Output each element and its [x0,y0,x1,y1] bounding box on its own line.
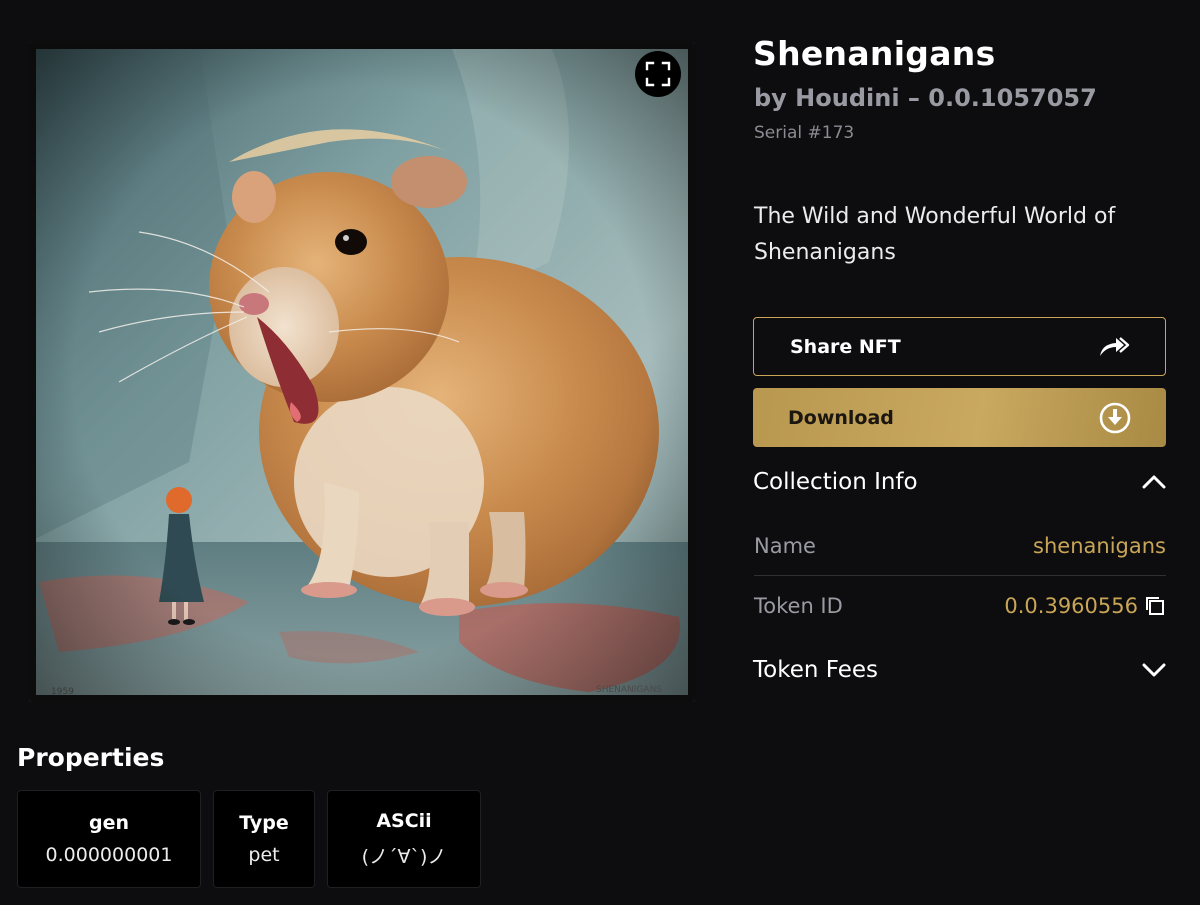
nft-image: 1959 SHENANIGANS [29,42,695,702]
property-card-type: Type pet [213,790,315,888]
chevron-down-icon [1142,663,1166,677]
share-nft-label: Share NFT [790,335,901,358]
download-button[interactable]: Download [753,388,1166,447]
property-key: ASCii [376,809,432,832]
collection-info-toggle[interactable]: Collection Info [753,462,1167,502]
fullscreen-button[interactable] [635,51,681,97]
download-circle-icon [1099,402,1131,433]
token-id-row: Token ID 0.0.3960556 [754,576,1166,636]
collection-name-text[interactable]: shenanigans [1033,534,1166,558]
nft-artwork[interactable]: 1959 SHENANIGANS [29,42,695,702]
property-card-ascii: ASCii (ノ´∀`)ノ [327,790,481,888]
artwork-signature-right: SHENANIGANS [596,685,662,695]
nft-title: Shenanigans [753,34,996,73]
property-value: (ノ´∀`)ノ [361,845,447,868]
share-nft-button[interactable]: Share NFT [753,317,1166,376]
download-label: Download [788,406,894,429]
token-id-label: Token ID [754,594,843,618]
property-card-gen: gen 0.000000001 [17,790,201,888]
nft-description: The Wild and Wonderful World of Shenanig… [754,204,1116,265]
collection-name-row: Name shenanigans [754,516,1166,576]
token-id-text[interactable]: 0.0.3960556 [1004,594,1138,618]
property-key: gen [88,812,129,834]
token-id-value: 0.0.3960556 [1004,594,1166,618]
collection-name-value[interactable]: shenanigans [1033,534,1166,558]
serial-number: Serial #173 [754,123,855,143]
share-arrow-icon [1100,336,1130,356]
collection-name-label: Name [754,533,816,558]
property-key: Type [239,812,289,834]
property-value: 0.000000001 [45,844,173,866]
collection-info-heading: Collection Info [753,469,918,495]
artwork-signature-left: 1959 [51,687,74,697]
token-fees-toggle[interactable]: Token Fees [753,650,1167,690]
expand-icon [645,61,671,87]
property-value: pet [248,844,280,866]
properties-heading: Properties [17,743,165,772]
copy-icon[interactable] [1144,595,1166,617]
token-fees-heading: Token Fees [753,657,879,683]
creator-byline[interactable]: by Houdini – 0.0.1057057 [754,84,1097,112]
chevron-up-icon [1142,475,1166,489]
